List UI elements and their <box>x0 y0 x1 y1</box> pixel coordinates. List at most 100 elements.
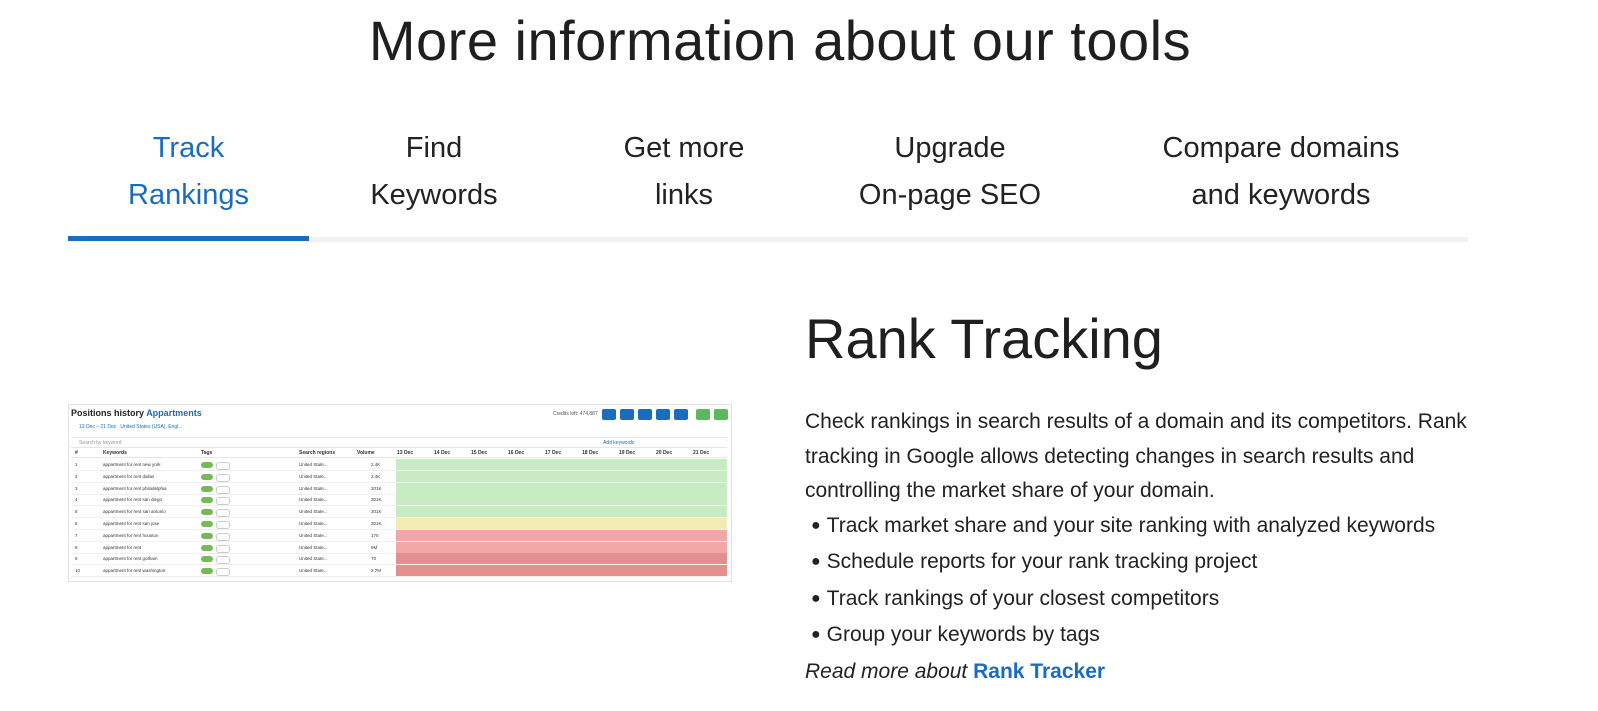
row-volume: 201K <box>371 485 382 491</box>
position-cells <box>396 553 727 565</box>
credits-left: Credits left: 474,887 <box>553 411 598 417</box>
tag-badge <box>201 462 213 468</box>
tag-add <box>216 532 230 541</box>
row-region: United State... <box>299 509 328 515</box>
tag-add <box>216 521 230 529</box>
tag-add <box>216 462 230 470</box>
tab-find-keywords[interactable]: Find Keywords <box>309 125 559 219</box>
row-volume: 170 <box>371 532 379 538</box>
tab-compare-domains[interactable]: Compare domains and keywords <box>1091 125 1471 219</box>
grid-icon <box>602 409 616 420</box>
table-row: 2 appartment for rent dallas United State.… <box>71 470 727 483</box>
tag-badge <box>201 521 213 527</box>
position-cells <box>396 518 727 529</box>
region-filter: United States (USA), Engl... <box>120 424 183 430</box>
row-number: 5 <box>75 509 78 515</box>
table-row: 4 appartment for rent san diego United Sta… <box>71 494 727 507</box>
tag-badge <box>201 473 213 480</box>
row-region: United State... <box>299 568 328 574</box>
export-icon <box>674 409 688 420</box>
table-row: 9 appartment for rent gotham United State.… <box>71 553 727 566</box>
row-number: 1 <box>75 462 78 467</box>
table-row: 5 appartment for rent san antonio United S… <box>71 506 727 519</box>
row-keyword: appartment for rent washington <box>103 568 166 574</box>
col-date: 20 Dec <box>656 450 673 456</box>
tool-tabs: Track Rankings Find Keywords Get more li… <box>68 125 1468 243</box>
col-regions: Search regions <box>299 450 336 456</box>
row-number: 8 <box>75 544 78 550</box>
row-number: 10 <box>75 568 81 574</box>
tab-track-rankings[interactable]: Track Rankings <box>68 125 309 219</box>
section-title: Rank Tracking <box>805 307 1163 370</box>
tag-add <box>216 485 230 494</box>
tab-label-line2: Rankings <box>128 179 249 211</box>
position-cells <box>396 529 727 541</box>
col-date: 18 Dec <box>582 450 599 456</box>
rank-tracker-link[interactable]: Rank Tracker <box>973 660 1105 683</box>
row-region: United State... <box>299 485 328 491</box>
col-keywords: Keywords <box>103 450 127 456</box>
row-number: 7 <box>75 532 78 538</box>
table-row: 7 appartment for rent houston United State… <box>71 529 727 542</box>
read-more: Read more about Rank Tracker <box>805 655 1505 690</box>
grid-green-icon <box>714 409 728 420</box>
row-region: United State... <box>299 497 328 503</box>
row-region: United State... <box>299 462 328 467</box>
row-number: 9 <box>75 556 78 562</box>
row-volume: 301K <box>371 521 382 526</box>
col-date: 13 Dec <box>397 450 414 456</box>
row-keyword: appartment for rent san jose <box>103 521 160 526</box>
position-cells <box>396 470 727 482</box>
tag-badge <box>201 485 213 492</box>
position-cells <box>396 482 727 494</box>
positions-history-title: Positions history <box>71 408 145 418</box>
col-date: 15 Dec <box>471 450 488 456</box>
tag-badge <box>201 544 213 551</box>
email-icon <box>656 409 670 420</box>
tag-badge <box>201 532 213 539</box>
tab-get-more-links[interactable]: Get more links <box>559 125 809 219</box>
project-name: Appartments <box>146 408 202 418</box>
row-region: United State... <box>299 544 328 550</box>
row-region: United State... <box>299 532 328 538</box>
tab-label-line1: Track <box>152 132 225 164</box>
col-num: # <box>75 450 78 456</box>
tag-add <box>216 556 230 565</box>
tab-upgrade-onpage-seo[interactable]: Upgrade On-page SEO <box>809 125 1091 219</box>
row-keyword: appartment for rent houston <box>103 532 159 538</box>
tag-add <box>216 544 230 553</box>
row-volume: 70 <box>371 556 377 562</box>
tag-add <box>216 497 230 506</box>
bullet-item: Schedule reports for your rank tracking … <box>805 545 1505 582</box>
section-description: Check rankings in search results of a do… <box>805 405 1505 689</box>
rank-tracker-screenshot: Positions history Appartments Credits le… <box>68 404 732 582</box>
col-tags: Tags <box>201 450 213 456</box>
table-row: 3 appartment for rent philadelphia United … <box>71 482 727 495</box>
tab-label-line1: Find <box>405 132 463 164</box>
tag-add <box>216 473 230 482</box>
row-number: 4 <box>75 497 78 503</box>
col-date: 16 Dec <box>508 450 525 456</box>
row-keyword: appartment for rent <box>103 544 142 550</box>
row-region: United State... <box>299 473 328 479</box>
tab-label-line1: Compare domains <box>1162 132 1400 164</box>
tag-badge <box>201 509 213 516</box>
row-region: United State... <box>299 556 328 562</box>
col-date: 19 Dec <box>619 450 636 456</box>
screenshot-title: Positions history Appartments <box>71 408 202 418</box>
tab-label-line1: Upgrade <box>894 132 1006 164</box>
comment-icon <box>696 409 710 420</box>
bullet-item: Track market share and your site ranking… <box>805 509 1505 546</box>
col-date: 17 Dec <box>545 450 562 456</box>
table-row: 1 appartment for rent new york United Stat… <box>71 459 727 471</box>
tag-badge <box>201 568 213 575</box>
tag-badge <box>201 556 213 563</box>
row-keyword: appartment for rent philadelphia <box>103 485 167 491</box>
row-keyword: appartment for rent gotham <box>103 556 158 562</box>
position-cells <box>396 459 727 470</box>
row-keyword: appartment for rent new york <box>103 462 161 467</box>
row-volume: 2.7M <box>371 568 382 574</box>
row-volume: 9M <box>371 544 378 550</box>
row-number: 3 <box>75 485 78 491</box>
search-bar: Search by keyword Add keywords <box>71 437 727 448</box>
